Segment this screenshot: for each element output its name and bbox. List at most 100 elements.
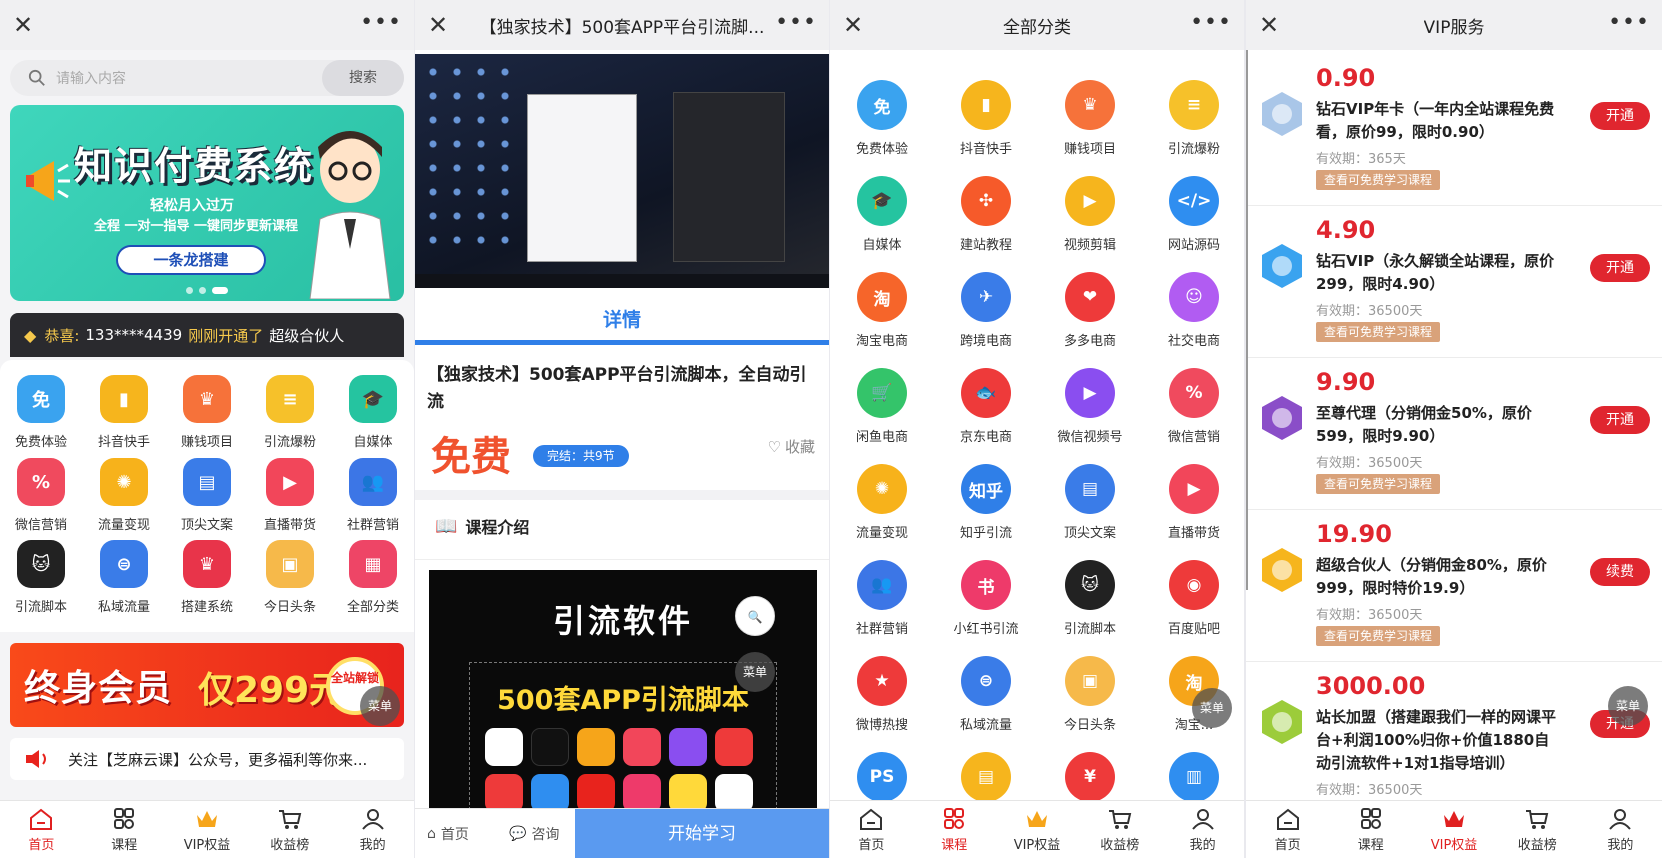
tab-earnings[interactable]: 收益榜 <box>1078 801 1161 858</box>
close-icon[interactable]: ✕ <box>840 12 866 38</box>
category-item[interactable]: 🐱 引流脚本 <box>1038 560 1142 637</box>
tab-vip[interactable]: VIP权益 <box>166 801 249 858</box>
activate-button[interactable]: 开通 <box>1590 254 1650 282</box>
consult-link[interactable]: 💬 咨询 <box>509 824 579 844</box>
category-item[interactable]: ✈ 跨境电商 <box>934 272 1038 349</box>
category-item[interactable]: ▶ 直播带货 <box>1142 464 1244 541</box>
start-learning-button[interactable]: 开始学习 <box>575 809 829 858</box>
category-item[interactable]: ≡ 引流爆粉 <box>249 375 331 450</box>
tab-mine[interactable]: 我的 <box>1579 801 1662 858</box>
category-item[interactable]: 免免费体验 <box>830 80 934 157</box>
free-courses-link[interactable]: 查看可免费学习课程 <box>1316 626 1441 646</box>
tab-courses[interactable]: 课程 <box>913 801 996 858</box>
category-item[interactable]: 🐟 京东电商 <box>934 368 1038 445</box>
category-item[interactable]: ✺ 流量变现 <box>83 458 165 533</box>
more-icon[interactable]: ••• <box>775 10 817 35</box>
category-item[interactable]: ▮ 抖音快手 <box>83 375 165 450</box>
category-item[interactable]: 书小红书引流 <box>934 560 1038 637</box>
category-item[interactable]: ▤ 顶尖文案 <box>1038 464 1142 541</box>
category-item[interactable]: 🎓 自媒体 <box>332 375 414 450</box>
search-bar[interactable]: 请输入内容 搜索 <box>10 60 404 96</box>
category-item[interactable]: ▶ 直播带货 <box>249 458 331 533</box>
tab-courses[interactable]: 课程 <box>83 801 166 858</box>
hero-banner[interactable]: 知识付费系统 轻松月入过万 全程 一对一指导 一键同步更新课程 一条龙搭建 <box>10 105 404 301</box>
category-label: 微博热搜 <box>855 718 908 733</box>
category-label: 淘宝电商 <box>855 334 908 349</box>
search-input[interactable]: 请输入内容 <box>56 68 322 88</box>
tab-earnings[interactable]: 收益榜 <box>248 801 331 858</box>
category-item[interactable]: ▶ 微信视频号 <box>1038 368 1142 445</box>
free-courses-link[interactable]: 查看可免费学习课程 <box>1316 322 1441 342</box>
tab-mine[interactable]: 我的 <box>331 801 414 858</box>
course-price: 免费 <box>431 434 511 480</box>
vip-plan-row: 3000.00 站长加盟（搭建跟我们一样的网课平台+利润100%归你+价值1880… <box>1246 662 1662 821</box>
course-video[interactable] <box>415 54 829 288</box>
bulletin-bar[interactable]: 关注【芝麻云课】公众号，更多福利等你来... <box>10 738 404 780</box>
category-item[interactable]: ★ 微博热搜 <box>830 656 934 733</box>
category-item[interactable]: ⊜ 私域流量 <box>83 540 165 615</box>
favorite-button[interactable]: ♡ 收藏 <box>768 436 815 457</box>
traffic-icon: ⊜ <box>100 540 148 588</box>
close-icon[interactable]: ✕ <box>425 12 451 38</box>
category-item[interactable]: 淘淘宝... <box>1142 656 1244 733</box>
menu-fab[interactable]: 菜单 <box>360 686 400 726</box>
category-item[interactable]: ⊜ 私域流量 <box>934 656 1038 733</box>
activate-button[interactable]: 开通 <box>1590 406 1650 434</box>
category-item[interactable]: ✺ 流量变现 <box>830 464 934 541</box>
zoom-icon[interactable]: 🔍 <box>735 596 775 636</box>
category-item[interactable]: ✣ 建站教程 <box>934 176 1038 253</box>
tab-courses[interactable]: 课程 <box>1329 801 1412 858</box>
tab-detail[interactable]: 详情 <box>415 288 829 348</box>
free-courses-link[interactable]: 查看可免费学习课程 <box>1316 170 1441 190</box>
category-item[interactable]: ◉ 百度贴吧 <box>1142 560 1244 637</box>
banner-button[interactable]: 一条龙搭建 <box>116 245 266 275</box>
code-icon: </> <box>1169 176 1219 226</box>
category-item[interactable]: ▣ 今日头条 <box>249 540 331 615</box>
category-item[interactable]: ▮ 抖音快手 <box>934 80 1038 157</box>
category-item[interactable]: % 微信营销 <box>0 458 82 533</box>
category-item[interactable]: 👥 社群营销 <box>332 458 414 533</box>
free-courses-link[interactable]: 查看可免费学习课程 <box>1316 474 1441 494</box>
search-button[interactable]: 搜索 <box>322 60 404 96</box>
category-item[interactable]: ▶ 视频剪辑 <box>1038 176 1142 253</box>
activate-button[interactable]: 开通 <box>1590 102 1650 130</box>
tab-vip[interactable]: VIP权益 <box>996 801 1079 858</box>
lifetime-member-banner[interactable]: 终身会员 仅299元 全站解锁 <box>10 643 404 727</box>
category-item[interactable]: ☺ 社交电商 <box>1142 272 1244 349</box>
close-icon[interactable]: ✕ <box>1256 12 1282 38</box>
tab-earnings[interactable]: 收益榜 <box>1496 801 1579 858</box>
category-item[interactable]: 🛒 闲鱼电商 <box>830 368 934 445</box>
category-item[interactable]: ♛ 赚钱项目 <box>166 375 248 450</box>
category-item[interactable]: 知乎 知乎引流 <box>934 464 1038 541</box>
tab-home[interactable]: 首页 <box>0 801 83 858</box>
more-icon[interactable]: ••• <box>360 10 402 35</box>
category-item[interactable]: ≡ 引流爆粉 <box>1142 80 1244 157</box>
category-item[interactable]: </> 网站源码 <box>1142 176 1244 253</box>
menu-fab[interactable]: 菜单 <box>1608 686 1648 726</box>
category-item[interactable]: 免免费体验 <box>0 375 82 450</box>
category-item[interactable]: 🎓 自媒体 <box>830 176 934 253</box>
category-item[interactable]: % 微信营销 <box>1142 368 1244 445</box>
category-item[interactable]: 淘淘宝电商 <box>830 272 934 349</box>
category-item[interactable]: 🐱 引流脚本 <box>0 540 82 615</box>
category-item[interactable]: ♛ 赚钱项目 <box>1038 80 1142 157</box>
menu-fab[interactable]: 菜单 <box>735 652 775 692</box>
tab-home[interactable]: 首页 <box>1246 801 1329 858</box>
category-item[interactable]: ♛ 搭建系统 <box>166 540 248 615</box>
tab-vip[interactable]: VIP权益 <box>1412 801 1495 858</box>
category-item[interactable]: ▣ 今日头条 <box>1038 656 1142 733</box>
more-icon[interactable]: ••• <box>1190 10 1232 35</box>
menu-fab[interactable]: 菜单 <box>1192 688 1232 728</box>
category-item[interactable]: ❤ 多多电商 <box>1038 272 1142 349</box>
tab-label: VIP权益 <box>183 837 231 853</box>
activate-button[interactable]: 续费 <box>1590 558 1650 586</box>
tab-label: 首页 <box>1274 837 1301 853</box>
home-link[interactable]: ⌂ 首页 <box>427 824 497 844</box>
tab-mine[interactable]: 我的 <box>1161 801 1244 858</box>
tab-home[interactable]: 首页 <box>830 801 913 858</box>
category-item[interactable]: ▦ 全部分类 <box>332 540 414 615</box>
close-icon[interactable]: ✕ <box>10 12 36 38</box>
category-item[interactable]: ▤ 顶尖文案 <box>166 458 248 533</box>
category-item[interactable]: 👥 社群营销 <box>830 560 934 637</box>
more-icon[interactable]: ••• <box>1608 10 1650 35</box>
